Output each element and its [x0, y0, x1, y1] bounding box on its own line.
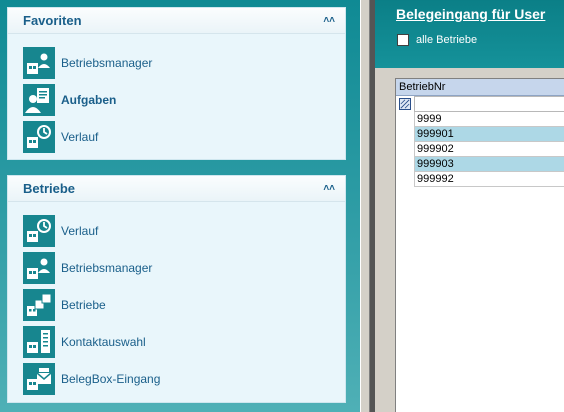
navigation-pane: Favoriten ˄˄ Betriebsmanager Aufgaben Ve… [0, 0, 360, 412]
belegeingang-title[interactable]: Belegeingang für User [396, 6, 545, 22]
belegeingang-pane: Belegeingang für User alle Betriebe Betr… [370, 0, 564, 412]
betriebe-item-belegbox[interactable]: BelegBox-Eingang [8, 360, 345, 397]
betriebe-panel-header[interactable]: Betriebe ˄˄ [8, 176, 345, 202]
belegeingang-header: Belegeingang für User alle Betriebe [375, 0, 564, 68]
grid-filter-row [396, 96, 564, 112]
betriebe-panel: Betriebe ˄˄ Verlauf Betriebsmanager Betr… [7, 175, 346, 403]
favorites-panel: Favoriten ˄˄ Betriebsmanager Aufgaben Ve… [7, 7, 346, 160]
verlauf-icon [23, 214, 55, 247]
betriebe-item-betriebsmanager[interactable]: Betriebsmanager [8, 249, 345, 286]
betriebsmanager-icon [23, 46, 55, 79]
verlauf-icon [23, 120, 55, 153]
collapse-betriebe-icon[interactable]: ˄˄ [323, 183, 335, 194]
collapse-favorites-icon[interactable]: ˄˄ [323, 15, 335, 26]
betriebe-panel-title: Betriebe [23, 181, 76, 196]
favorites-panel-header[interactable]: Favoriten ˄˄ [8, 8, 345, 34]
grid-row[interactable]: 999903 [414, 157, 564, 172]
betriebe-item-label: Betriebe [61, 297, 106, 312]
favorites-item-betriebsmanager[interactable]: Betriebsmanager [8, 44, 345, 81]
pane-splitter[interactable] [360, 0, 370, 412]
grid-row[interactable]: 9999 [414, 112, 564, 127]
belegbox-icon [23, 362, 55, 395]
kontaktauswahl-icon [23, 325, 55, 358]
favorites-item-aufgaben[interactable]: Aufgaben [8, 81, 345, 118]
grid-row[interactable]: 999992 [414, 172, 564, 187]
grid-row[interactable]: 999901 [414, 127, 564, 142]
alle-betriebe-checkbox[interactable] [397, 34, 409, 46]
betriebe-item-label: Betriebsmanager [61, 260, 153, 275]
betriebe-item-betriebe[interactable]: Betriebe [8, 286, 345, 323]
betriebe-item-verlauf[interactable]: Verlauf [8, 212, 345, 249]
betriebe-item-kontaktauswahl[interactable]: Kontaktauswahl [8, 323, 345, 360]
betriebe-item-label: Verlauf [61, 223, 99, 238]
favorites-item-label: Verlauf [61, 129, 99, 144]
favorites-item-verlauf[interactable]: Verlauf [8, 118, 345, 155]
betriebe-item-label: BelegBox-Eingang [61, 371, 161, 386]
favorites-panel-title: Favoriten [23, 13, 82, 28]
alle-betriebe-label[interactable]: alle Betriebe [416, 34, 477, 46]
betriebe-icon [23, 288, 55, 321]
filter-icon[interactable] [399, 98, 411, 110]
favorites-item-label: Aufgaben [61, 92, 117, 107]
betriebe-item-label: Kontaktauswahl [61, 334, 146, 349]
betriebnr-filter-input[interactable] [414, 96, 564, 112]
grid-row[interactable]: 999902 [414, 142, 564, 157]
betrieb-grid: BetriebNr 9999 999901 999902 999903 9999… [395, 78, 564, 412]
alle-betriebe-row: alle Betriebe [397, 34, 477, 46]
betriebnr-column-header[interactable]: BetriebNr [396, 79, 564, 96]
betriebsmanager-icon [23, 251, 55, 284]
favorites-item-label: Betriebsmanager [61, 55, 153, 70]
aufgaben-icon [23, 83, 55, 116]
